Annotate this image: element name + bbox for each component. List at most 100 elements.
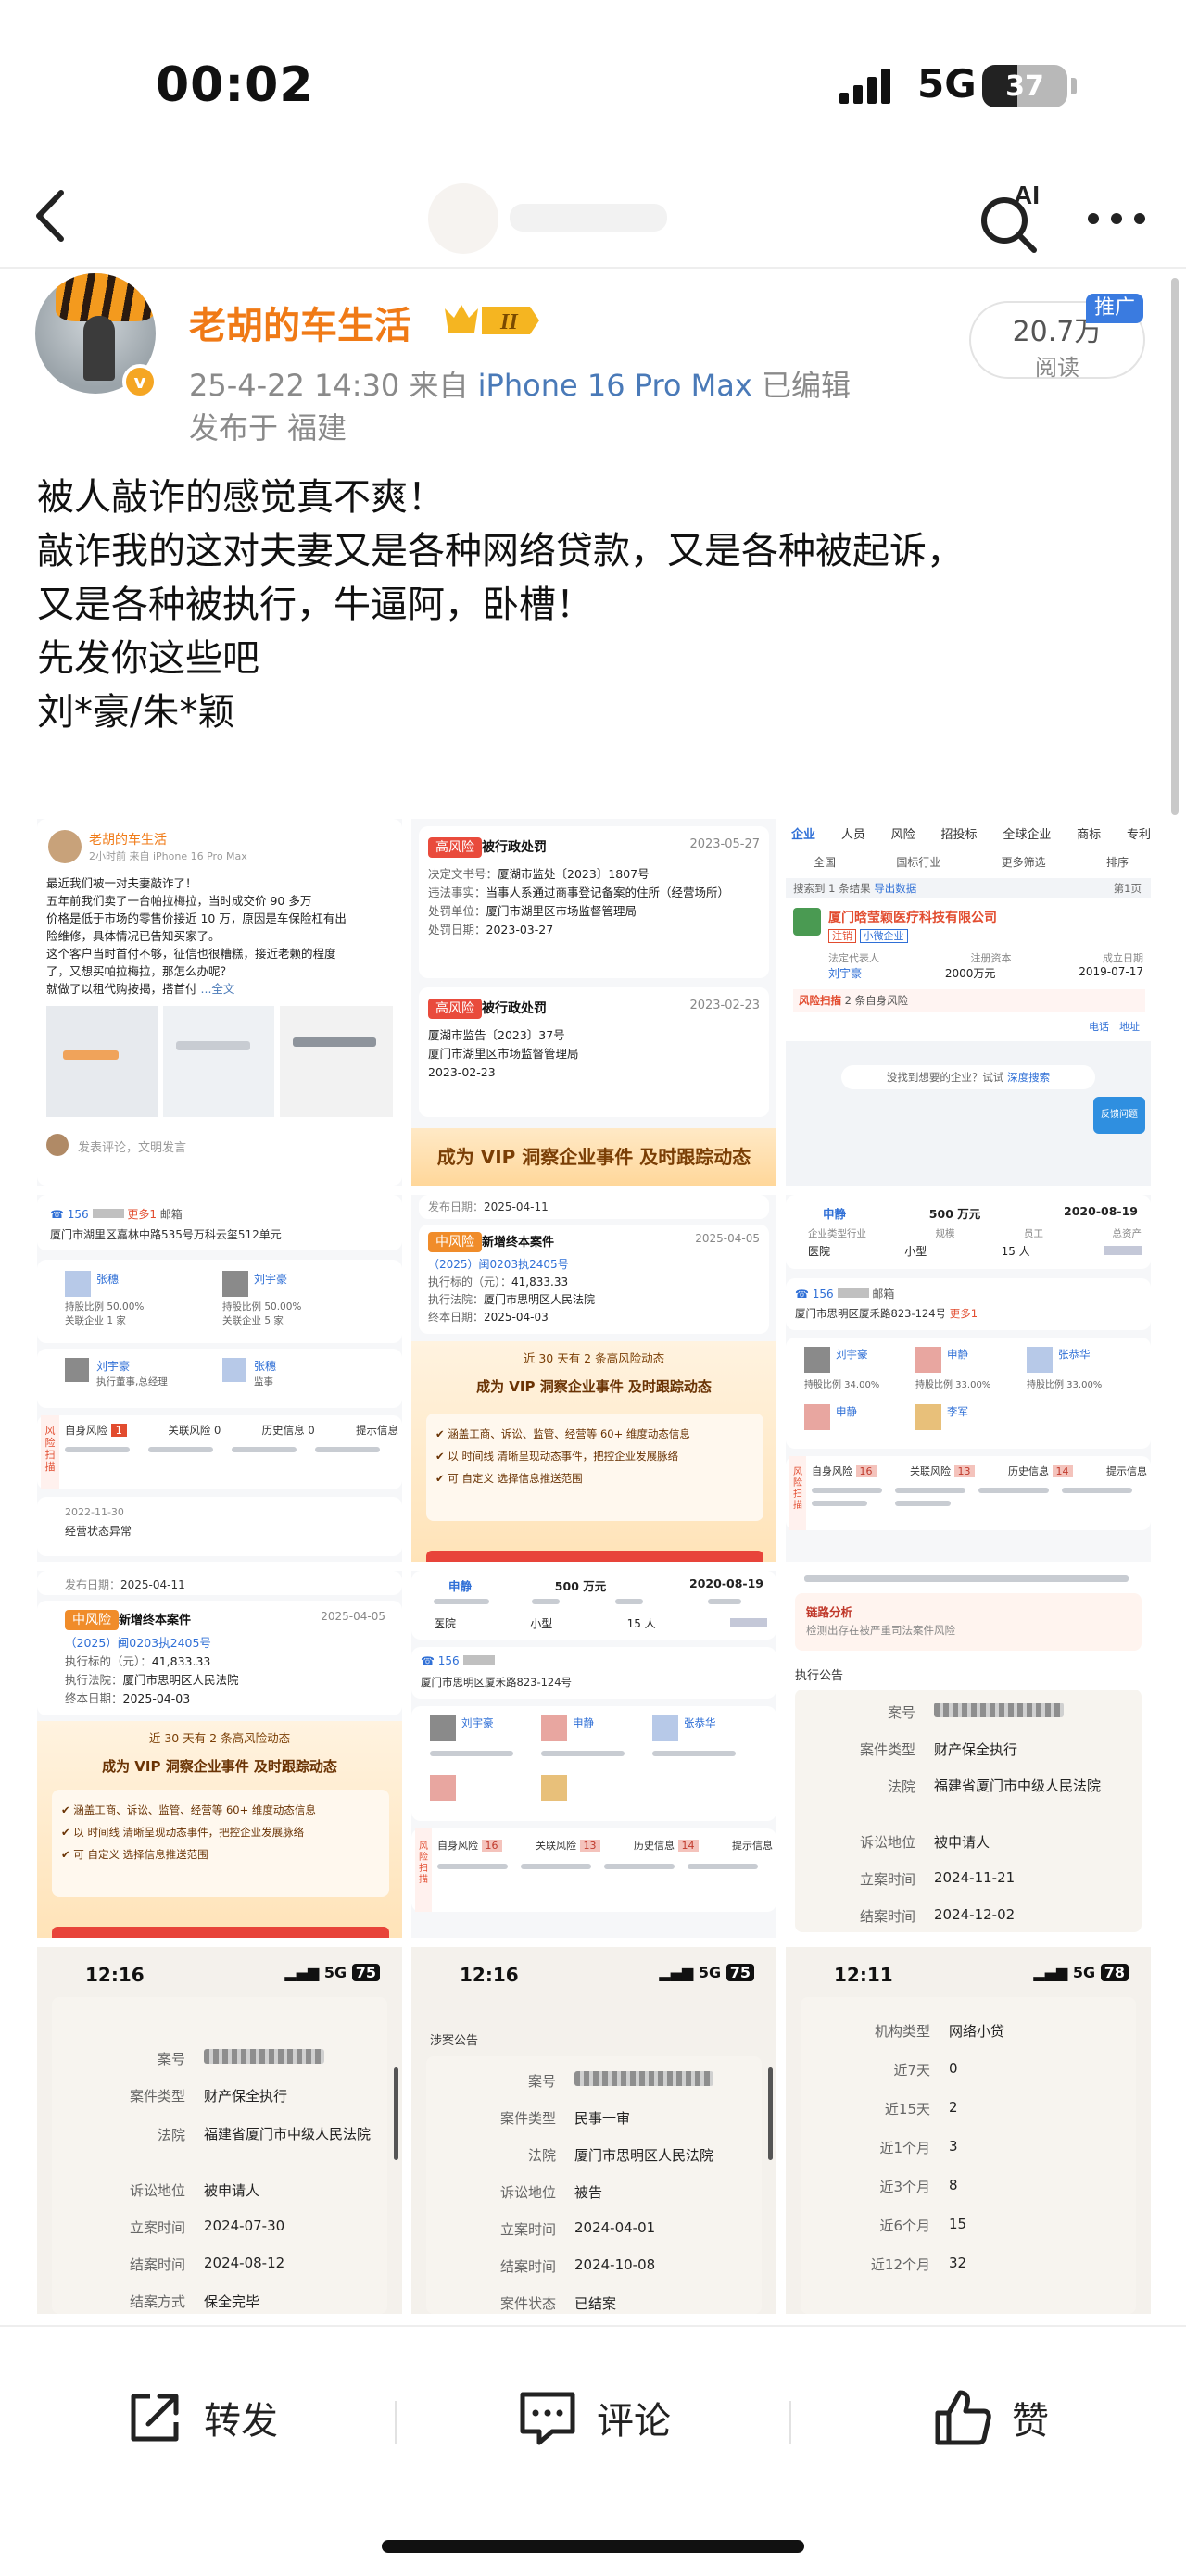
post-image-1[interactable]: 老胡的车生活 2小时前 来自 iPhone 16 Pro Max 最近我们被一对… xyxy=(37,819,402,1186)
img11-label: 案件类型 xyxy=(499,2110,556,2127)
img2-value: 2023-02-23 xyxy=(428,1065,496,1079)
img5-date: 2025-04-05 xyxy=(695,1232,760,1245)
img4-phone-count: 156 xyxy=(67,1208,89,1221)
img7-court: 厦门市思明区人民法院 xyxy=(122,1673,239,1687)
level-text: II xyxy=(499,310,519,334)
post-image-12[interactable]: 12:11 ▂▄▆ 5G 78 机构类型 网络小贷 近7天 0 近15天 2 近… xyxy=(786,1947,1151,2314)
img3-filter: 国标行业 xyxy=(896,856,941,869)
img8-address: 厦门市思明区厦禾路823-124号 xyxy=(421,1676,573,1689)
img11-label: 结案时间 xyxy=(499,2258,556,2275)
battery-icon: 37 xyxy=(982,65,1067,107)
author-name[interactable]: 老胡的车生活 xyxy=(189,295,411,349)
post-image-10[interactable]: 12:16 ▂▄▆ 5G 75 案号 案件类型 财产保全执行 法院 福建省厦门市… xyxy=(37,1947,402,2314)
post-image-2[interactable]: 高风险 被行政处罚 2023-05-27 决定文书号：厦湖市监处〔2023〕18… xyxy=(411,819,776,1186)
img3-label: 注册资本 xyxy=(970,952,1012,964)
scrollbar[interactable] xyxy=(1171,278,1179,815)
post-image-6[interactable]: 申静 500 万元 2020-08-19 企业类型行业 规模 员工 总资产 医院… xyxy=(786,1195,1151,1562)
img2-label: 违法事实： xyxy=(428,886,486,899)
img8-person: 张恭华 xyxy=(684,1716,716,1729)
img10-type: 财产保全执行 xyxy=(204,2088,288,2105)
post-image-7[interactable]: 发布日期：2025-04-11 中风险 新增终本案件 2025-04-05 （2… xyxy=(37,1571,402,1938)
img10-net: 5G xyxy=(323,1964,347,1981)
img3-status: 注销 xyxy=(828,929,856,943)
img12-label: 近15天 xyxy=(884,2101,930,2117)
img10-label: 诉讼地位 xyxy=(129,2182,185,2199)
img11-section: 涉案公告 xyxy=(430,2034,479,2048)
img5-count: 近 30 天有 2 条高风险动态 xyxy=(523,1351,665,1365)
post-body: 被人敲诈的感觉真不爽！ 敲诈我的这对夫妻又是各种网络贷款，又是各种被起诉， 又是… xyxy=(37,471,1158,739)
device-link[interactable]: iPhone 16 Pro Max xyxy=(478,368,752,403)
img6-address: 厦门市思明区厦禾路823-124号 xyxy=(795,1307,947,1320)
post-image-9[interactable]: 链路分析 检测出存在被严重司法案件风险 执行公告 案号 案件类型 财产保全执行 … xyxy=(786,1571,1151,1938)
nav-avatar[interactable] xyxy=(428,183,498,254)
img3-risk-count: 2 条自身风险 xyxy=(844,994,909,1007)
img6-share: 持股比例 33.00% xyxy=(1027,1380,1103,1390)
img2-label: 处罚单位： xyxy=(428,904,486,918)
post-image-5[interactable]: 发布日期：2025-04-11 中风险 新增终本案件 2025-04-05 （2… xyxy=(411,1195,776,1562)
img7-benefit: 可 自定义 选择信息推送范围 xyxy=(73,1848,208,1861)
img7-banner: 成为 VIP 洞察企业事件 及时跟踪动态 xyxy=(102,1758,337,1775)
img10-battery: 75 xyxy=(351,1964,380,1981)
read-label: 阅读 xyxy=(1035,355,1079,381)
img4-address: 厦门市湖里区嘉林中路535号万科云玺512单元 xyxy=(50,1228,282,1241)
img5-amount: 41,833.33 xyxy=(511,1275,569,1288)
img6-industry: 医院 xyxy=(808,1245,831,1258)
img4-risk-label: 提示信息 xyxy=(355,1424,398,1437)
img3-tab: 人员 xyxy=(840,828,865,842)
img9-label: 立案时间 xyxy=(859,1871,915,1888)
img9-label: 案件类型 xyxy=(859,1741,915,1758)
img2-value: 厦湖市监告〔2023〕37号 xyxy=(428,1028,565,1042)
img5-title: 新增终本案件 xyxy=(482,1236,555,1250)
img5-label: 发布日期： xyxy=(428,1200,485,1213)
img3-tab: 风险 xyxy=(890,828,915,842)
img2-title: 被行政处罚 xyxy=(482,1001,547,1016)
img8-risk-count: 16 xyxy=(481,1840,502,1852)
img3-hint: 没找到想要的企业？试试 xyxy=(886,1071,1004,1084)
img2-title: 被行政处罚 xyxy=(482,840,547,855)
img1-full: ...全文 xyxy=(200,982,235,996)
img4-risk-count: 0 xyxy=(308,1424,315,1437)
post-image-4[interactable]: ☎ 156 更多1 邮箱 厦门市湖里区嘉林中路535号万科云玺512单元 张穗 … xyxy=(37,1195,402,1562)
post-image-3[interactable]: 企业 人员 风险 招投标 全球企业 商标 专利 全国 国标行业 更多筛选 排序 … xyxy=(786,819,1151,1186)
img4-person: 张穗 xyxy=(96,1273,120,1286)
img1-text: 五年前我们卖了一台帕拉梅拉，当时成交价 90 多万 xyxy=(46,894,312,908)
img6-risk-count: 13 xyxy=(953,1465,975,1477)
svg-text:AI: AI xyxy=(1014,181,1040,209)
img12-value: 3 xyxy=(949,2138,958,2155)
img10-time: 12:16 xyxy=(85,1964,145,1986)
img4-event: 经营状态异常 xyxy=(65,1525,132,1538)
img11-closed: 2024-10-08 xyxy=(574,2256,656,2273)
repost-label: 转发 xyxy=(204,2400,278,2443)
img5-label: 终本日期： xyxy=(428,1311,485,1324)
repost-button[interactable]: 转发 xyxy=(122,2381,278,2455)
img12-label: 近6个月 xyxy=(879,2218,930,2234)
img6-capital: 500 万元 xyxy=(928,1207,981,1221)
home-indicator[interactable] xyxy=(382,2540,804,2553)
img12-label: 近1个月 xyxy=(879,2140,930,2156)
img5-court: 厦门市思明区人民法院 xyxy=(484,1293,596,1306)
img10-label: 立案时间 xyxy=(129,2219,185,2236)
comment-button[interactable]: 评论 xyxy=(515,2381,671,2455)
img10-label: 案号 xyxy=(157,2051,185,2067)
img5-benefit: 可 自定义 选择信息推送范围 xyxy=(448,1472,583,1485)
img9-court: 福建省厦门市中级人民法院 xyxy=(934,1778,1102,1794)
ai-search-icon[interactable]: AI xyxy=(977,178,1047,258)
img6-risk-count: 14 xyxy=(1052,1465,1073,1477)
img2-value: 当事人系通过商事登记备案的住所（经营场所） xyxy=(486,886,730,899)
post-image-8[interactable]: 申静 500 万元 2020-08-19 医院 小型 15 人 ☎ 156 厦门… xyxy=(411,1571,776,1938)
promo-tag[interactable]: 推广 xyxy=(1086,294,1143,323)
like-button[interactable]: 赞 xyxy=(930,2381,1049,2455)
img7-amount: 41,833.33 xyxy=(151,1654,211,1668)
img9-role: 被申请人 xyxy=(934,1834,990,1851)
back-arrow-icon[interactable] xyxy=(28,183,74,248)
img11-status: 已结案 xyxy=(574,2295,617,2312)
post-image-11[interactable]: 12:16 ▂▄▆ 5G 75 涉案公告 案号 案件类型 民事一审 法院 厦门市… xyxy=(411,1947,776,2314)
img3-label: 成立日期 xyxy=(1103,952,1143,964)
img1-text: 险维修，具体情况已告知买家了。 xyxy=(46,929,221,943)
img11-label: 法院 xyxy=(527,2147,556,2164)
img11-time: 12:16 xyxy=(460,1964,519,1986)
post-meta: 25-4-22 14:30 来自 iPhone 16 Pro Max 已编辑 xyxy=(189,362,851,405)
img3-tab: 商标 xyxy=(1077,828,1102,842)
img11-role: 被告 xyxy=(574,2184,603,2201)
more-icon[interactable] xyxy=(1084,200,1149,237)
